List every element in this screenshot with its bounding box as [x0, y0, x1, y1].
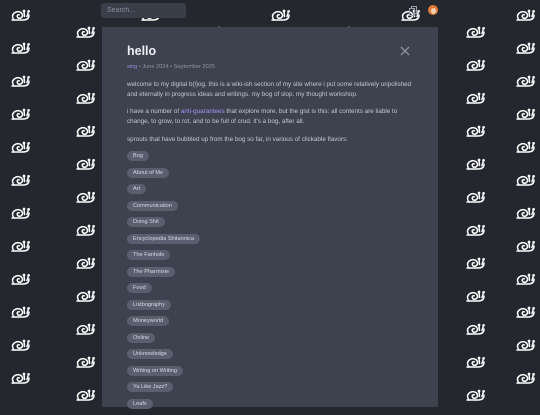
snail-icon [76, 26, 95, 38]
snail-icon [76, 356, 95, 368]
tag-pill[interactable]: Doing Shit [127, 217, 165, 227]
intro-paragraph: welcome to my digital b(l)og. this is a … [127, 81, 412, 98]
tag-pill[interactable]: About of Me [127, 167, 170, 178]
tag-pill[interactable]: Communication [127, 200, 178, 211]
tag-pill[interactable]: Encyclopedia Shitannica [127, 233, 200, 244]
snail-icon [11, 108, 30, 120]
tag-pill[interactable]: Art [127, 184, 147, 194]
snail-icon [466, 125, 485, 137]
anti-guarantees-link[interactable]: anti-guarantees [181, 108, 225, 115]
snail-icon [466, 92, 485, 104]
snail-icon [76, 224, 95, 236]
snail-icon [11, 75, 30, 87]
snail-icon [76, 257, 95, 269]
sprouts-paragraph: sprouts that have bubbled up from the bo… [127, 136, 348, 143]
snail-icon [516, 141, 535, 153]
guarantees-paragraph: i have a number of anti-guarantees that … [127, 108, 398, 125]
page-modal: hello sing • June 2024 • September 2025 … [102, 27, 438, 409]
snail-icon [76, 92, 95, 104]
snail-icon [11, 207, 30, 219]
tag-pill[interactable]: Listbography [127, 299, 172, 310]
close-icon[interactable] [398, 44, 412, 58]
snail-icon [11, 372, 30, 384]
snail-icon [466, 323, 485, 335]
tag-pill[interactable]: Leafs [127, 398, 153, 409]
page-title: hello [127, 44, 157, 58]
snail-icon [11, 240, 30, 252]
snail-icon [11, 306, 30, 318]
tag-pill[interactable]: Bog [127, 151, 149, 161]
snail-icon [11, 141, 30, 153]
author-link[interactable]: sing [127, 64, 137, 70]
snail-icon [11, 42, 30, 54]
snail-icon [11, 174, 30, 186]
snail-icon [516, 372, 535, 384]
top-bar [0, 0, 540, 22]
snail-icon [516, 75, 535, 87]
snail-icon [466, 26, 485, 38]
snail-icon [76, 290, 95, 302]
tag-pill[interactable]: Moneyworld [127, 316, 170, 326]
snail-icon [76, 158, 95, 170]
snail-icon [76, 389, 95, 401]
snail-icon [516, 273, 535, 285]
tag-list: Bog About of Me Art Communication Doing Shit… [127, 151, 413, 415]
tag-pill[interactable]: Writing on Writing [127, 365, 183, 376]
snail-icon [466, 389, 485, 401]
snail-icon [466, 59, 485, 71]
snail-icon [516, 339, 535, 351]
updated-date: September 2025 [173, 64, 215, 70]
snail-icon [11, 339, 30, 351]
snail-icon [466, 158, 485, 170]
snail-icon [466, 356, 485, 368]
snail-icon [516, 42, 535, 54]
snail-icon [466, 257, 485, 269]
tag-pill[interactable]: The Pharmixie [127, 266, 176, 277]
created-date: June 2024 [142, 64, 169, 70]
page-meta: sing • June 2024 • September 2025 [127, 64, 215, 70]
snail-icon [516, 306, 535, 318]
tag-pill[interactable]: Ya Like Jazz? [127, 382, 174, 392]
copy-button[interactable] [408, 5, 418, 17]
snail-icon [76, 125, 95, 137]
avatar-icon[interactable] [428, 5, 438, 15]
snail-icon [516, 240, 535, 252]
tag-pill[interactable]: Food [127, 283, 152, 293]
snail-icon [76, 191, 95, 203]
tag-pill[interactable]: Unknowledge [127, 349, 173, 359]
search-input[interactable] [101, 3, 186, 18]
snail-icon [76, 59, 95, 71]
copy-icon [409, 6, 417, 16]
snail-icon [76, 323, 95, 335]
snail-icon [466, 290, 485, 302]
snail-icon [466, 191, 485, 203]
snail-icon [516, 108, 535, 120]
snail-icon [466, 224, 485, 236]
tag-pill[interactable]: The Fanhole [127, 250, 171, 260]
snail-icon [516, 207, 535, 219]
tag-pill[interactable]: Online [127, 332, 156, 343]
snail-icon [516, 174, 535, 186]
snail-icon [11, 273, 30, 285]
